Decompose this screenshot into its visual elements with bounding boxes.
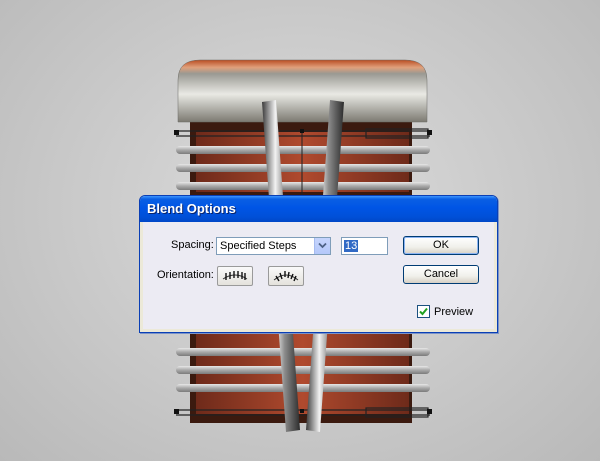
preview-checkbox[interactable] xyxy=(417,305,430,318)
spacing-label: Spacing: xyxy=(171,239,214,251)
orientation-align-to-path-button[interactable] xyxy=(268,266,304,286)
steps-input[interactable]: 13 xyxy=(341,237,388,255)
slats-top xyxy=(176,146,430,190)
blend-options-dialog: Blend Options Spacing: Specified Steps 1… xyxy=(139,195,498,333)
cancel-button[interactable]: Cancel xyxy=(403,265,479,284)
chevron-down-icon[interactable] xyxy=(314,238,330,254)
spacing-select-value: Specified Steps xyxy=(220,240,297,252)
slats-bottom xyxy=(176,348,430,392)
checkmark-icon xyxy=(419,307,428,316)
orientation-label: Orientation: xyxy=(157,269,214,281)
ok-button[interactable]: OK xyxy=(403,236,479,255)
dialog-client-area: Spacing: Specified Steps 13 OK Cancel Or… xyxy=(143,222,494,329)
orientation-align-to-path-icon xyxy=(273,271,299,282)
orientation-align-to-page-icon xyxy=(222,271,248,280)
steps-input-value: 13 xyxy=(344,240,359,252)
heater-cap xyxy=(177,59,428,123)
dialog-title[interactable]: Blend Options xyxy=(140,196,497,222)
orientation-align-to-page-button[interactable] xyxy=(217,266,253,286)
spacing-select[interactable]: Specified Steps xyxy=(216,237,331,255)
preview-label[interactable]: Preview xyxy=(434,306,473,318)
